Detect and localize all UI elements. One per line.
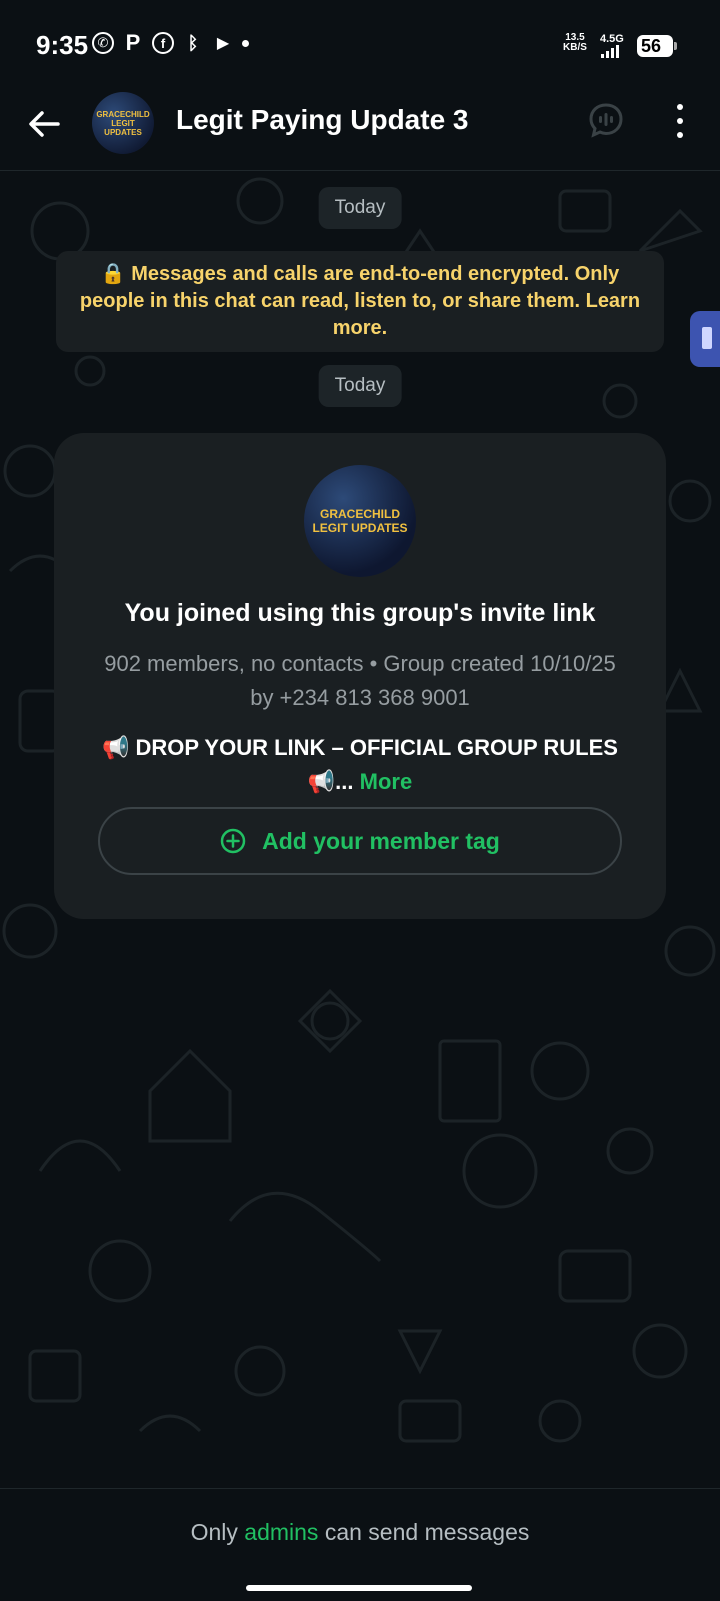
admins-only-notice: Only admins can send messages	[0, 1519, 720, 1546]
encryption-notice[interactable]: 🔒 Messages and calls are end-to-end encr…	[56, 251, 664, 352]
status-time: 9:35	[36, 30, 89, 60]
add-circle-icon	[220, 828, 246, 854]
status-bar: 9:35 ✆ P f ᛒ ▶ 13.5 KB/S 4.5G 56	[0, 0, 720, 88]
signal-icon	[601, 45, 619, 58]
network-speed: 13.5 KB/S	[563, 33, 587, 53]
battery-icon: 56	[637, 35, 677, 57]
group-description: 📢 DROP YOUR LINK – OFFICIAL GROUP RULES …	[94, 731, 626, 799]
date-chip: Today	[318, 365, 402, 407]
chat-footer: Only admins can send messages	[0, 1488, 720, 1601]
avatar-text-line1: GRACECHILD	[320, 507, 400, 521]
more-link[interactable]: More	[360, 769, 413, 794]
joined-via-link-title: You joined using this group's invite lin…	[124, 599, 596, 627]
facebook-icon: f	[152, 32, 174, 54]
dot-icon	[242, 39, 249, 47]
avatar-text-line2: LEGIT UPDATES	[104, 118, 142, 137]
group-meta-text: 902 members, no contacts • Group created…	[104, 651, 616, 710]
add-member-tag-label: Add your member tag	[262, 827, 500, 854]
date-chip: Today	[318, 187, 402, 229]
speaker-icon	[702, 327, 712, 349]
network-speed-unit: KB/S	[563, 42, 587, 53]
whatsapp-icon: ✆	[92, 32, 114, 54]
lock-icon: 🔒	[100, 263, 126, 285]
notification-icons: ✆ P f ᛒ ▶	[92, 30, 249, 55]
admins-link[interactable]: admins	[244, 1519, 318, 1545]
group-avatar[interactable]: GRACECHILD LEGIT UPDATES	[92, 92, 154, 154]
p-icon: P	[125, 30, 141, 55]
play-icon: ▶	[216, 35, 230, 52]
network-type: 4.5G	[600, 33, 624, 45]
avatar-text-line1: GRACECHILD	[96, 109, 150, 119]
footer-suffix: can send messages	[324, 1519, 530, 1545]
chat-area[interactable]: Today 🔒 Messages and calls are end-to-en…	[0, 171, 720, 1488]
overflow-menu-icon[interactable]	[670, 104, 690, 138]
floating-side-tab[interactable]	[690, 311, 720, 367]
chat-header: GRACECHILD LEGIT UPDATES Legit Paying Up…	[0, 88, 720, 171]
chat-title[interactable]: Legit Paying Update 3	[176, 104, 469, 136]
add-member-tag-button[interactable]: Add your member tag	[98, 807, 622, 875]
avatar-text-line2: LEGIT UPDATES	[312, 521, 408, 535]
bluetooth-icon: ᛒ	[187, 32, 199, 53]
group-avatar-large[interactable]: GRACECHILD LEGIT UPDATES	[304, 465, 416, 577]
back-arrow-icon[interactable]	[24, 104, 64, 144]
footer-prefix: Only	[190, 1519, 238, 1545]
battery-level: 56	[641, 35, 662, 56]
home-indicator[interactable]	[246, 1585, 472, 1591]
voice-chat-icon[interactable]	[588, 102, 624, 138]
encryption-notice-text: Messages and calls are end-to-end encryp…	[79, 263, 641, 339]
group-info-card: GRACECHILD LEGIT UPDATES You joined usin…	[54, 433, 666, 919]
